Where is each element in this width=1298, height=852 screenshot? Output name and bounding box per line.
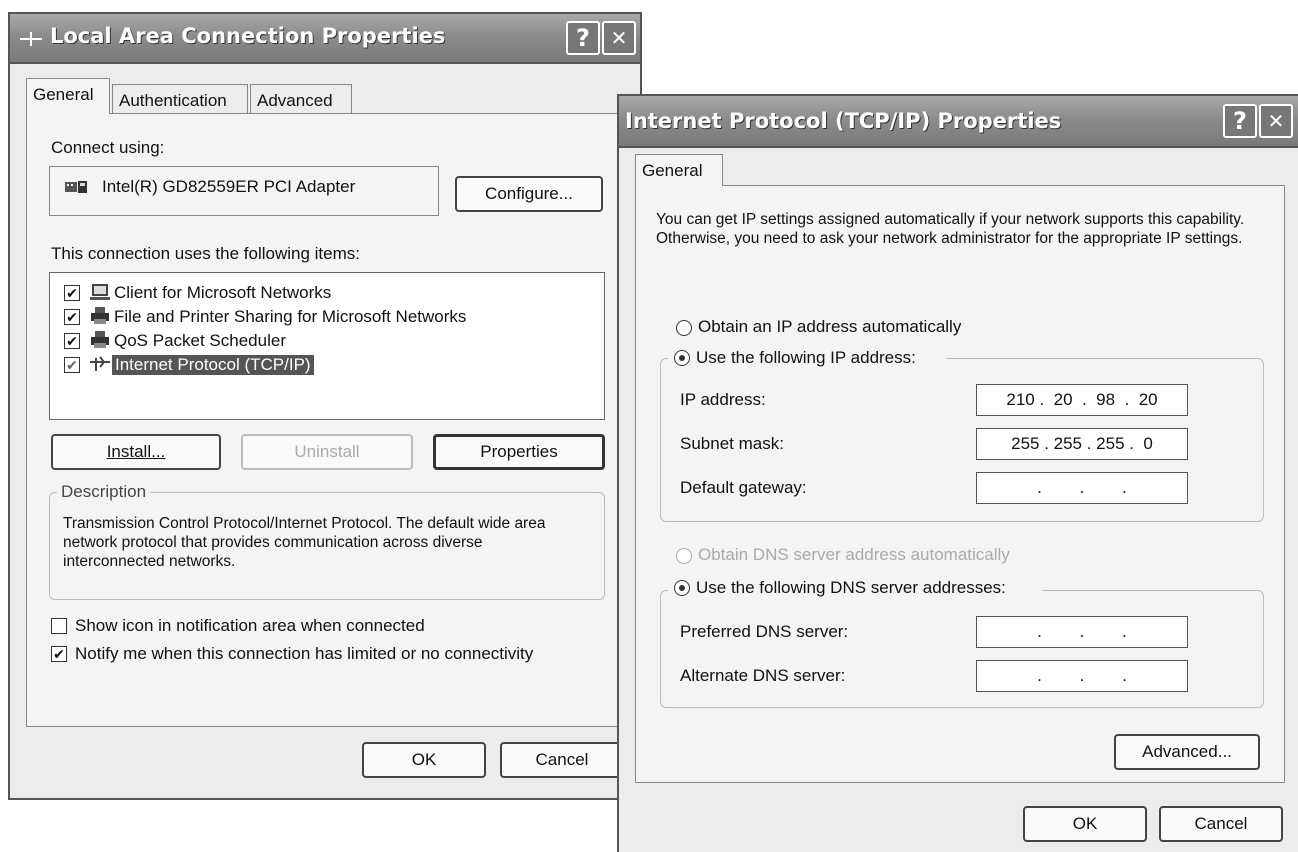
use-ip-radio[interactable] [674, 350, 690, 366]
obtain-dns-label: Obtain DNS server address automatically [698, 545, 1010, 564]
ok-button[interactable]: OK [362, 742, 486, 778]
default-gateway-label: Default gateway: [680, 478, 807, 497]
printer-icon [91, 307, 109, 324]
ip-address-field[interactable]: 210 . 20 . 98 . 20 [976, 384, 1188, 416]
components-list[interactable]: ✔ Client for Microsoft Networks ✔ File a… [49, 272, 605, 420]
items-label: This connection uses the following items… [51, 244, 360, 263]
notify-checkbox[interactable]: ✔ [51, 646, 67, 662]
properties-button-label: Properties [480, 442, 558, 461]
cancel-button[interactable]: Cancel [500, 742, 624, 778]
cancel-button[interactable]: Cancel [1159, 806, 1283, 842]
network-connection-icon [20, 32, 42, 46]
item-label: Client for Microsoft Networks [114, 283, 332, 302]
title-bar[interactable]: Local Area Connection Properties ? ✕ [10, 14, 640, 64]
obtain-dns-radio[interactable] [676, 548, 692, 564]
install-button-label: Install... [106, 442, 166, 461]
description-text: Transmission Control Protocol/Internet P… [63, 515, 546, 570]
cancel-button-label: Cancel [535, 750, 589, 769]
subnet-mask-field[interactable]: 255 . 255 . 255 . 0 [976, 428, 1188, 460]
preferred-dns-label: Preferred DNS server: [680, 622, 849, 641]
close-button[interactable]: ✕ [602, 21, 636, 55]
item-label: QoS Packet Scheduler [114, 331, 286, 350]
preferred-dns-field[interactable]: . . . [976, 616, 1188, 648]
network-protocol-icon [90, 356, 110, 371]
cancel-button-label: Cancel [1194, 814, 1248, 833]
intro-text: You can get IP settings assigned automat… [656, 211, 1245, 247]
tab-advanced[interactable]: Advanced [250, 84, 352, 114]
alternate-dns-label: Alternate DNS server: [680, 666, 846, 685]
use-dns-radio[interactable] [674, 580, 690, 596]
ok-button-label: OK [1072, 814, 1098, 833]
alternate-dns-field[interactable]: . . . [976, 660, 1188, 692]
use-dns-label: Use the following DNS server addresses: [696, 578, 1006, 597]
advanced-button-label: Advanced... [1142, 742, 1232, 761]
ok-button-label: OK [411, 750, 437, 769]
dialog-title: Local Area Connection Properties [50, 24, 446, 48]
tab-general[interactable]: General [635, 154, 723, 186]
install-button[interactable]: Install... [51, 434, 221, 470]
network-adapter-icon [65, 181, 87, 193]
obtain-ip-radio[interactable] [676, 320, 692, 336]
advanced-button[interactable]: Advanced... [1114, 734, 1260, 770]
tab-authentication[interactable]: Authentication [112, 84, 248, 114]
ok-button[interactable]: OK [1023, 806, 1147, 842]
adapter-box: Intel(R) GD82559ER PCI Adapter [49, 166, 439, 216]
help-button[interactable]: ? [1223, 104, 1257, 138]
item-checkbox[interactable]: ✔ [64, 333, 80, 349]
uninstall-button[interactable]: Uninstall [241, 434, 413, 470]
tab-general[interactable]: General [26, 78, 110, 114]
general-tab-panel: You can get IP settings assigned automat… [635, 185, 1285, 783]
description-legend: Description [57, 482, 151, 502]
help-button[interactable]: ? [566, 21, 600, 55]
title-bar[interactable]: Internet Protocol (TCP/IP) Properties ? … [619, 96, 1298, 148]
general-tab-panel: Connect using: Intel(R) GD82559ER PCI Ad… [26, 113, 630, 727]
subnet-mask-label: Subnet mask: [680, 434, 784, 453]
default-gateway-field[interactable]: . . . [976, 472, 1188, 504]
configure-button-label: Configure... [485, 184, 573, 203]
computer-icon [90, 284, 110, 300]
show-icon-checkbox[interactable] [51, 618, 67, 634]
show-icon-label: Show icon in notification area when conn… [75, 616, 425, 635]
item-checkbox[interactable]: ✔ [64, 309, 80, 325]
use-ip-legend: Use the following IP address: [668, 346, 946, 372]
adapter-name: Intel(R) GD82559ER PCI Adapter [102, 177, 356, 196]
use-dns-legend: Use the following DNS server addresses: [668, 576, 1042, 602]
dialog-title: Internet Protocol (TCP/IP) Properties [625, 109, 1062, 133]
tcpip-properties-dialog: Internet Protocol (TCP/IP) Properties ? … [617, 94, 1298, 852]
item-label: Internet Protocol (TCP/IP) [112, 355, 314, 375]
connect-using-label: Connect using: [51, 138, 165, 157]
properties-button[interactable]: Properties [433, 434, 605, 470]
use-ip-label: Use the following IP address: [696, 348, 916, 367]
uninstall-button-label: Uninstall [294, 442, 360, 461]
obtain-ip-label: Obtain an IP address automatically [698, 317, 962, 336]
configure-button[interactable]: Configure... [455, 176, 603, 212]
item-checkbox[interactable]: ✔ [64, 285, 80, 301]
item-label: File and Printer Sharing for Microsoft N… [114, 307, 467, 326]
close-button[interactable]: ✕ [1259, 104, 1293, 138]
printer-icon [91, 331, 109, 348]
ip-address-label: IP address: [680, 390, 766, 409]
notify-label: Notify me when this connection has limit… [75, 644, 534, 663]
item-checkbox[interactable]: ✔ [64, 357, 80, 373]
local-area-connection-dialog: Local Area Connection Properties ? ✕ Gen… [8, 12, 642, 800]
